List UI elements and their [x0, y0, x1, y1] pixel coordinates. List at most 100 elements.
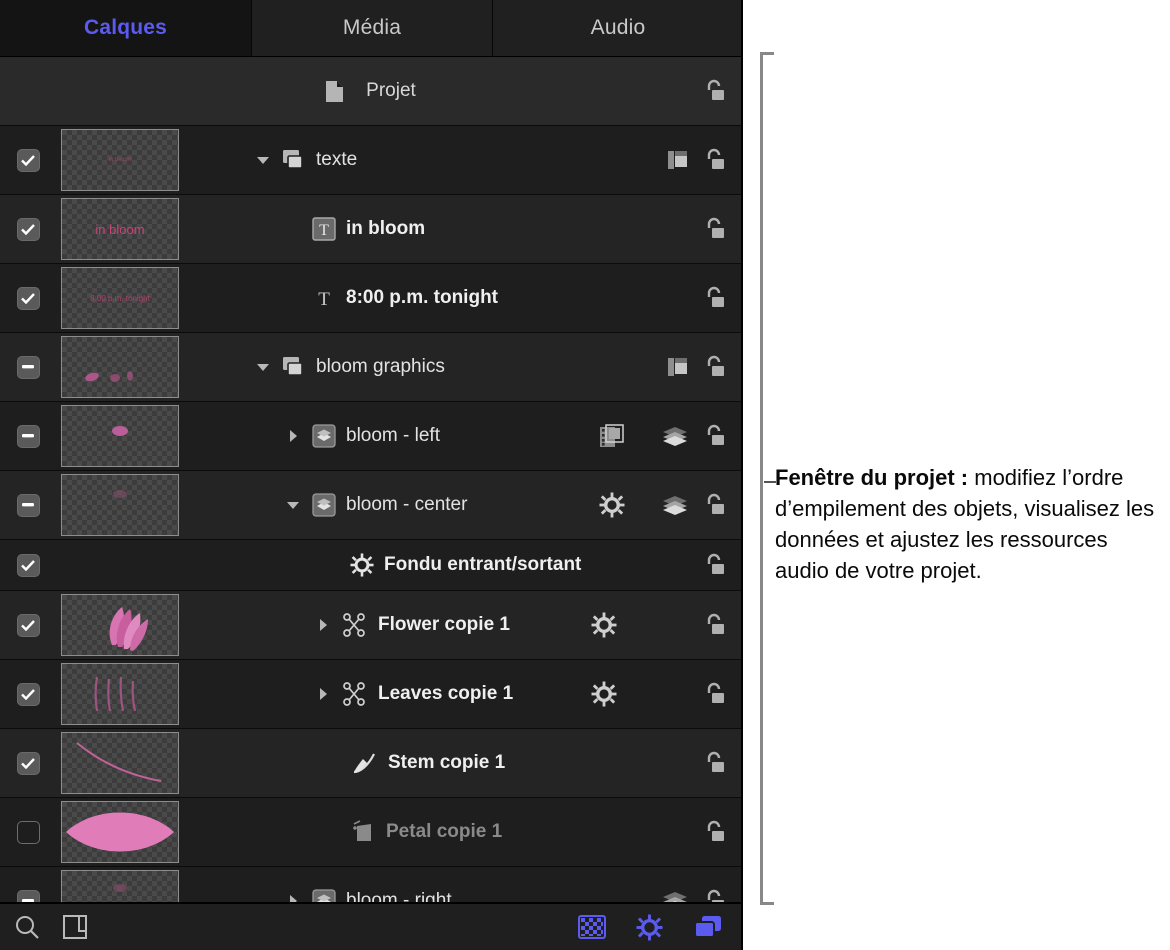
unlocked-padlock-icon[interactable] [703, 286, 725, 310]
layer-row-bloom-graphics[interactable]: bloom graphics [0, 333, 741, 402]
unlocked-padlock-icon[interactable] [703, 820, 725, 844]
visibility-checkbox-bloom-left[interactable] [0, 425, 56, 448]
visibility-checkbox-stem[interactable] [0, 752, 56, 775]
unlocked-padlock-icon[interactable] [703, 493, 725, 517]
layer-row-tonight[interactable]: 8:00 p.m. tonight T 8:00 p.m. tonight [0, 264, 741, 333]
visibility-checkbox-fondu[interactable] [0, 554, 56, 577]
visibility-checkbox-petal[interactable] [0, 821, 56, 844]
layers-stack-icon[interactable] [661, 494, 689, 516]
tab-calques-label: Calques [84, 16, 167, 40]
replicator-icon [342, 613, 368, 637]
layer-thumbnail-tonight: 8:00 p.m. tonight [56, 267, 184, 329]
behavior-gear-icon[interactable] [599, 492, 625, 518]
layer-name-flower: Flower copie 1 [378, 614, 510, 636]
layer-name-bloom-left: bloom - left [346, 425, 440, 447]
unlocked-padlock-icon[interactable] [703, 682, 725, 706]
behavior-gear-icon [350, 553, 374, 577]
layer-row-in-bloom[interactable]: in bloom T in bloom [0, 195, 741, 264]
disclosure-triangle-texte[interactable] [252, 155, 274, 165]
group-stacked-squares-icon [282, 149, 306, 171]
layer-name-bloom-graphics: bloom graphics [316, 356, 445, 378]
disclosure-triangle-bloom-left[interactable] [282, 429, 304, 443]
visibility-checkbox-texte[interactable] [0, 149, 56, 172]
visibility-checkbox-tonight[interactable] [0, 287, 56, 310]
layer-thumbnail-fondu [56, 534, 184, 596]
shape-icon [350, 819, 376, 845]
svg-text:T: T [318, 289, 330, 310]
layers-boxed-icon [312, 424, 336, 448]
behavior-gear-icon[interactable] [591, 681, 617, 707]
visibility-checkbox-bloom-graphics[interactable] [0, 356, 56, 379]
visibility-checkbox-flower[interactable] [0, 614, 56, 637]
unlocked-padlock-icon[interactable] [703, 424, 725, 448]
layer-thumbnail-bloom-center [56, 474, 184, 536]
visibility-checkbox-in-bloom[interactable] [0, 218, 56, 241]
layer-row-flower[interactable]: Flower copie 1 [0, 591, 741, 660]
tab-audio-label: Audio [591, 16, 646, 40]
project-row[interactable]: Projet [0, 57, 741, 126]
disclosure-triangle-bloom-center[interactable] [282, 500, 304, 510]
layer-thumbnail-bloom-left [56, 405, 184, 467]
tab-media[interactable]: Média [252, 0, 493, 57]
layer-row-fondu[interactable]: Fondu entrant/sortant [0, 540, 741, 591]
layer-thumbnail-texte: in bloom [56, 129, 184, 191]
svg-text:T: T [319, 222, 329, 239]
layer-thumbnail-leaves [56, 663, 184, 725]
layer-name-fondu: Fondu entrant/sortant [384, 554, 581, 576]
layer-thumbnail-petal [56, 801, 184, 863]
document-icon [325, 80, 344, 103]
pane-bottom-toolbar [0, 902, 743, 950]
callout-text: Fenêtre du projet : modifiez l’ordre d’e… [775, 462, 1165, 586]
layer-row-bloom-center[interactable]: bloom - center [0, 471, 741, 540]
tab-calques[interactable]: Calques [0, 0, 252, 57]
layer-row-petal[interactable]: Petal copie 1 [0, 798, 741, 867]
layers-stack-icon[interactable] [661, 425, 689, 447]
film-strip-icon[interactable] [599, 423, 625, 449]
project-pane: Calques Média Audio Projet [0, 0, 743, 950]
layer-name-leaves: Leaves copie 1 [378, 683, 513, 705]
unlocked-padlock-icon[interactable] [703, 613, 725, 637]
unlocked-padlock-icon[interactable] [703, 217, 725, 241]
layer-row-bloom-left[interactable]: bloom - left [0, 402, 741, 471]
visibility-checkbox-bloom-center[interactable] [0, 494, 56, 517]
layer-thumbnail-flower [56, 594, 184, 656]
search-icon[interactable] [14, 914, 40, 940]
layer-name-bloom-center: bloom - center [346, 494, 467, 516]
text-serif-t-icon: T [312, 286, 336, 310]
disclosure-triangle-flower[interactable] [312, 618, 334, 632]
unlocked-padlock-icon[interactable] [703, 355, 725, 379]
unlocked-padlock-icon[interactable] [703, 148, 725, 172]
group-stacked-squares-icon [282, 356, 306, 378]
unlocked-padlock-icon[interactable] [703, 751, 725, 775]
tab-media-label: Média [343, 16, 401, 40]
window-duplicate-icon[interactable] [693, 914, 723, 940]
pane-tab-bar: Calques Média Audio [0, 0, 741, 57]
layer-row-stem[interactable]: Stem copie 1 [0, 729, 741, 798]
visibility-checkbox-leaves[interactable] [0, 683, 56, 706]
layer-row-leaves[interactable]: Leaves copie 1 [0, 660, 741, 729]
checkerboard-icon[interactable] [578, 915, 606, 939]
behavior-gear-icon[interactable] [591, 612, 617, 638]
tab-audio[interactable]: Audio [493, 0, 743, 57]
panel-layout-icon[interactable] [62, 914, 88, 940]
unlocked-padlock-icon[interactable] [703, 553, 725, 577]
layer-row-texte[interactable]: in bloom texte [0, 126, 741, 195]
brush-stroke-icon [350, 750, 378, 776]
project-row-label: Projet [366, 80, 416, 102]
mask-align-icon[interactable] [667, 150, 689, 170]
behavior-gear-icon[interactable] [636, 914, 663, 941]
mask-align-icon[interactable] [667, 357, 689, 377]
layer-thumbnail-stem [56, 732, 184, 794]
text-boxed-t-icon: T [312, 217, 336, 241]
callout-bracket [752, 52, 766, 905]
layer-thumbnail-bloom-graphics [56, 336, 184, 398]
layer-thumbnail-in-bloom: in bloom [56, 198, 184, 260]
layer-name-tonight: 8:00 p.m. tonight [346, 287, 498, 309]
layer-name-texte: texte [316, 149, 357, 171]
layers-list: in bloom texte [0, 126, 741, 936]
disclosure-triangle-bloom-graphics[interactable] [252, 362, 274, 372]
disclosure-triangle-leaves[interactable] [312, 687, 334, 701]
replicator-icon [342, 682, 368, 706]
layers-boxed-icon [312, 493, 336, 517]
callout-bold-prefix: Fenêtre du projet : [775, 465, 968, 490]
